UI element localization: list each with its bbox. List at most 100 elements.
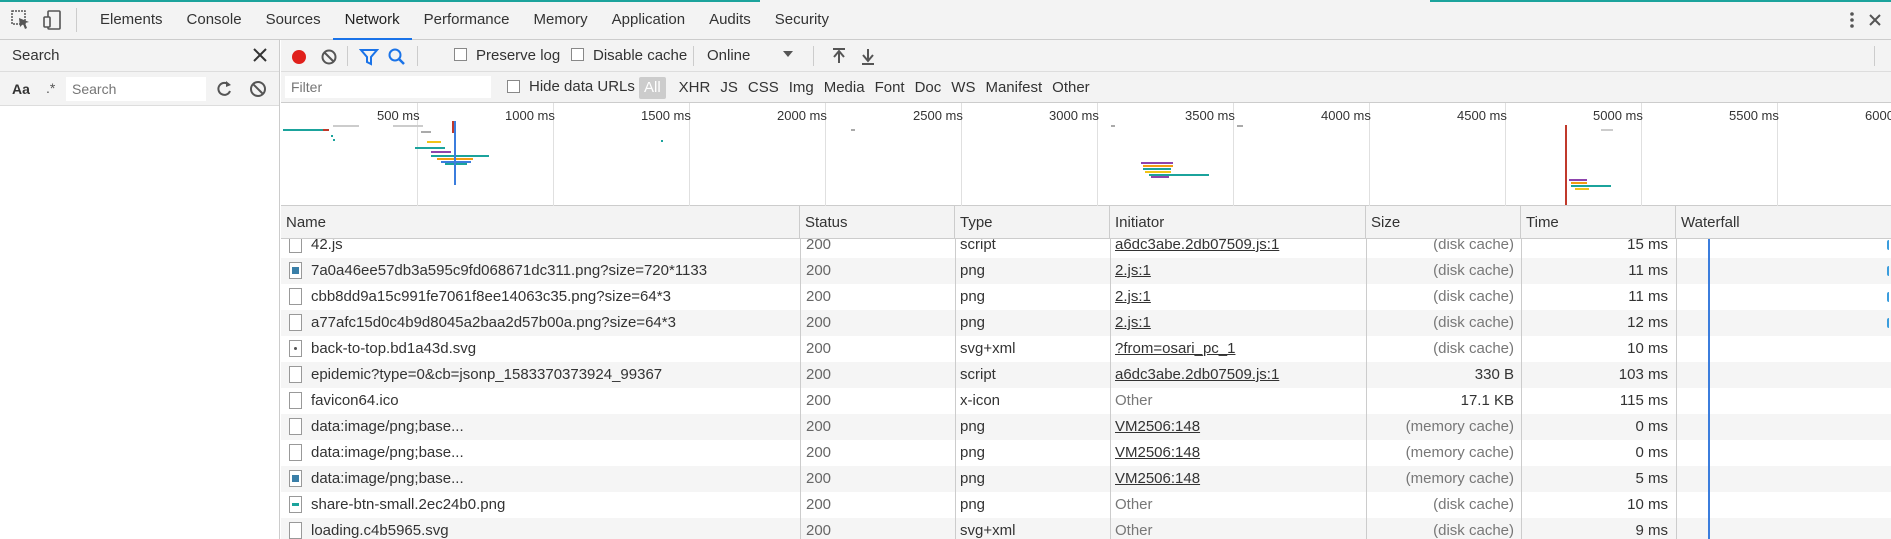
regex-toggle[interactable]: .* — [46, 80, 55, 96]
table-row[interactable]: 42.js 200 script a6dc3abe.2db07509.js:1 (dis… — [281, 239, 1891, 258]
request-initiator[interactable]: a6dc3abe.2db07509.js:1 — [1110, 239, 1365, 258]
table-row[interactable]: epidemic?type=0&cb=jsonp_1583370373924_9… — [281, 362, 1891, 388]
overview-request-bar — [283, 129, 323, 131]
table-row[interactable]: back-to-top.bd1a43d.svg 200 svg+xml ?from=o… — [281, 336, 1891, 362]
column-header-initiator[interactable]: Initiator — [1110, 206, 1366, 239]
column-header-status[interactable]: Status — [800, 206, 955, 239]
table-row[interactable]: a77afc15d0c4b9d8045a2baa2d57b00a.png?siz… — [281, 310, 1891, 336]
overview-tick-label: 4000 ms — [1321, 108, 1371, 123]
request-time: 9 ms — [1635, 522, 1668, 539]
table-row[interactable]: loading.c4b5965.svg 200 svg+xml Other (disk … — [281, 518, 1891, 539]
preserve-log-checkbox[interactable] — [454, 48, 467, 61]
request-size: (disk cache) — [1433, 314, 1514, 331]
column-header-size[interactable]: Size — [1366, 206, 1521, 239]
filter-type-all[interactable]: All — [639, 77, 666, 99]
request-time: 10 ms — [1627, 340, 1668, 357]
record-icon[interactable] — [289, 47, 309, 67]
overview-tick-label: 4500 ms — [1457, 108, 1507, 123]
request-status: 200 — [806, 470, 832, 487]
disable-cache-label: Disable cache — [593, 47, 688, 64]
tab-memory[interactable]: Memory — [522, 0, 600, 40]
column-header-time[interactable]: Time — [1521, 206, 1676, 239]
throttling-select[interactable]: Online — [707, 47, 750, 64]
table-row[interactable]: favicon64.ico 200 x-icon Other 17.1 KB 115 ms — [281, 388, 1891, 414]
filter-type-doc[interactable]: Doc — [910, 77, 947, 99]
table-row[interactable]: data:image/png;base... 200 png VM2506:148 (m… — [281, 466, 1891, 492]
column-header-type[interactable]: Type — [955, 206, 1110, 239]
column-header-waterfall[interactable]: Waterfall — [1676, 206, 1891, 239]
request-initiator[interactable]: 2.js:1 — [1110, 258, 1365, 284]
overview-request-bar — [1571, 182, 1587, 184]
tab-console[interactable]: Console — [175, 0, 254, 40]
request-initiator[interactable]: VM2506:148 — [1110, 440, 1365, 466]
request-initiator[interactable]: 2.js:1 — [1110, 310, 1365, 336]
overview-request-bar — [661, 140, 663, 142]
overview-request-bar — [1143, 165, 1173, 167]
refresh-icon[interactable] — [214, 79, 234, 99]
table-row[interactable]: 7a0a46ee57db3a595c9fd068671dc311.png?siz… — [281, 258, 1891, 284]
tab-elements[interactable]: Elements — [88, 0, 175, 40]
tab-sources[interactable]: Sources — [254, 0, 333, 40]
request-status: 200 — [806, 366, 832, 383]
filter-type-img[interactable]: Img — [784, 77, 819, 99]
filter-type-manifest[interactable]: Manifest — [980, 77, 1047, 99]
column-header-name[interactable]: Name — [281, 206, 800, 239]
request-size: (disk cache) — [1433, 288, 1514, 305]
request-status: 200 — [806, 496, 832, 513]
export-har-icon[interactable] — [858, 47, 878, 67]
requests-table-body: 42.js 200 script a6dc3abe.2db07509.js:1 (dis… — [281, 239, 1891, 539]
table-row[interactable]: data:image/png;base... 200 png VM2506:148 (m… — [281, 440, 1891, 466]
clear-log-icon[interactable] — [319, 47, 339, 67]
filter-type-ws[interactable]: WS — [946, 77, 980, 99]
overview-request-bar — [1143, 168, 1171, 170]
tab-security[interactable]: Security — [763, 0, 841, 40]
request-size: (memory cache) — [1405, 444, 1514, 461]
filter-icon[interactable] — [359, 47, 379, 67]
file-icon — [289, 418, 302, 435]
overview-request-bar — [1151, 176, 1169, 178]
request-initiator[interactable]: ?from=osari_pc_1 — [1110, 336, 1365, 362]
file-icon — [289, 496, 302, 513]
requests-table: Name Status Type Initiator Size Time Wat… — [281, 206, 1891, 539]
filter-type-media[interactable]: Media — [819, 77, 870, 99]
close-search-icon[interactable] — [251, 46, 269, 64]
device-toolbar-icon[interactable] — [42, 9, 64, 31]
more-options-icon[interactable] — [1849, 10, 1855, 30]
overview-tick-label: 5500 ms — [1729, 108, 1779, 123]
search-input[interactable] — [66, 77, 206, 101]
disable-cache-checkbox[interactable] — [571, 48, 584, 61]
overview-request-bar — [445, 163, 467, 165]
filter-type-other[interactable]: Other — [1047, 77, 1095, 99]
table-row[interactable]: share-btn-small.2ec24b0.png 200 png Other (d… — [281, 492, 1891, 518]
request-initiator[interactable]: VM2506:148 — [1110, 414, 1365, 440]
tab-network[interactable]: Network — [332, 0, 412, 40]
tab-application[interactable]: Application — [600, 0, 697, 40]
match-case-toggle[interactable]: Aa — [12, 81, 30, 97]
tab-performance[interactable]: Performance — [412, 0, 522, 40]
request-initiator[interactable]: a6dc3abe.2db07509.js:1 — [1110, 362, 1365, 388]
import-har-icon[interactable] — [829, 47, 849, 67]
chevron-down-icon[interactable] — [783, 51, 793, 57]
request-initiator[interactable]: 2.js:1 — [1110, 284, 1365, 310]
hide-data-urls-checkbox[interactable] — [507, 80, 520, 93]
inspect-element-icon[interactable] — [10, 9, 32, 31]
filter-type-font[interactable]: Font — [870, 77, 910, 99]
file-icon — [289, 392, 302, 409]
network-overview[interactable]: 500 ms 1000 ms 1500 ms 2000 ms 2500 ms 3… — [281, 103, 1891, 206]
request-time: 115 ms — [1619, 392, 1668, 409]
filter-input[interactable] — [285, 76, 491, 98]
tab-audits[interactable]: Audits — [697, 0, 763, 40]
filter-type-css[interactable]: CSS — [743, 77, 784, 99]
table-row[interactable]: cbb8dd9a15c991fe7061f8ee14063c35.png?siz… — [281, 284, 1891, 310]
search-icon[interactable] — [387, 47, 407, 67]
request-type: script — [960, 366, 996, 383]
filter-type-xhr[interactable]: XHR — [674, 77, 716, 99]
close-devtools-icon[interactable] — [1865, 10, 1885, 30]
overview-request-bar — [333, 139, 335, 141]
table-row[interactable]: data:image/png;base... 200 png VM2506:148 (m… — [281, 414, 1891, 440]
clear-search-icon[interactable] — [248, 79, 268, 99]
load-event-marker — [452, 121, 454, 133]
request-initiator[interactable]: VM2506:148 — [1110, 466, 1365, 492]
request-time: 12 ms — [1627, 314, 1668, 331]
filter-type-js[interactable]: JS — [715, 77, 743, 99]
